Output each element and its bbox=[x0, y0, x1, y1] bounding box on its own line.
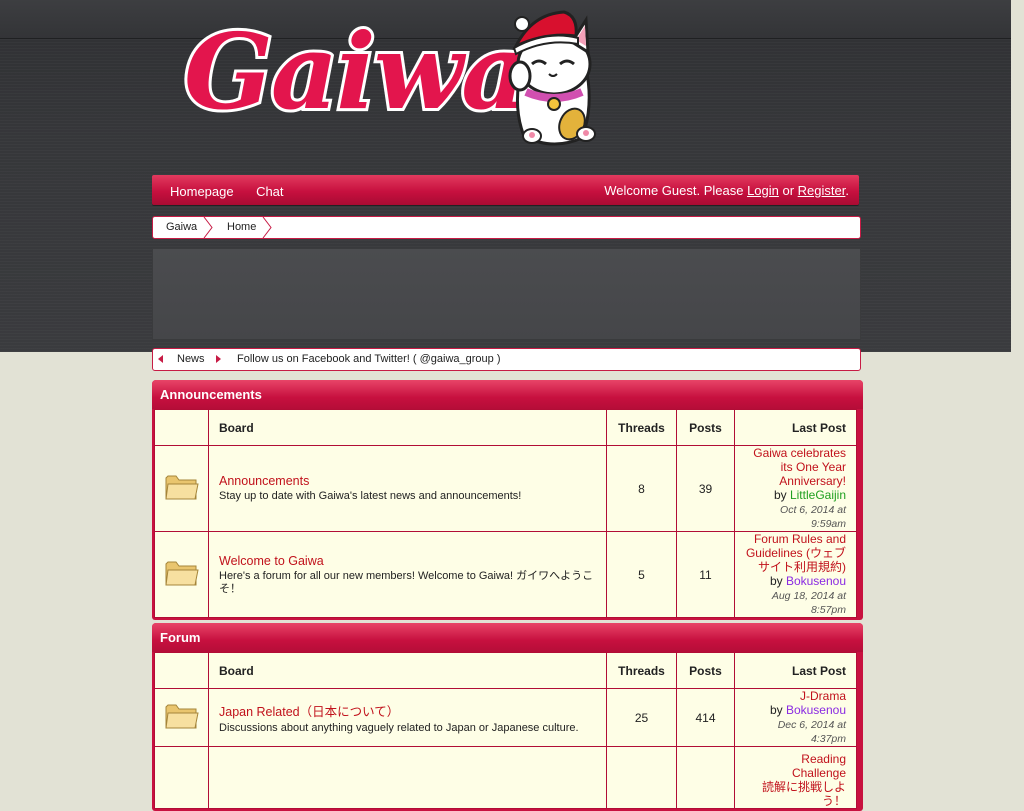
user-link[interactable]: Bokusenou bbox=[786, 574, 846, 588]
lucky-cat-mascot-icon bbox=[508, 10, 596, 146]
last-post-cell: J-Drama by Bokusenou Dec 6, 2014 at 4:37… bbox=[734, 688, 857, 747]
breadcrumb-label: Home bbox=[227, 221, 257, 233]
board-info-cell bbox=[208, 746, 607, 809]
board-column-header: Board bbox=[208, 409, 607, 446]
posts-column-header: Posts bbox=[676, 409, 735, 446]
table-header-row: Board Threads Posts Last Post bbox=[154, 652, 857, 689]
news-ticker: News Follow us on Facebook and Twitter! … bbox=[152, 348, 861, 371]
threads-count: 5 bbox=[606, 531, 677, 618]
site-logo[interactable]: Gaiwa bbox=[176, 6, 606, 156]
board-description: Stay up to date with Gaiwa's latest news… bbox=[219, 490, 522, 502]
breadcrumb-label: Gaiwa bbox=[166, 221, 198, 233]
by-label: by bbox=[773, 488, 790, 502]
board-name-link[interactable]: Welcome to Gaiwa bbox=[219, 554, 596, 568]
board-description: Here's a forum for all our new members! … bbox=[219, 569, 594, 595]
last-post-cell: Gaiwa celebrates its One Year Anniversar… bbox=[734, 445, 857, 532]
news-next-arrow-icon[interactable] bbox=[216, 355, 221, 363]
login-link[interactable]: Login bbox=[747, 183, 779, 198]
last-post-title-link[interactable]: Reading Challenge bbox=[745, 752, 846, 780]
nav-chat-link[interactable]: Chat bbox=[256, 184, 283, 199]
threads-count bbox=[606, 746, 677, 809]
welcome-suffix: . bbox=[845, 183, 849, 198]
user-link[interactable]: Bokusenou bbox=[786, 703, 846, 717]
posts-column-header: Posts bbox=[676, 652, 735, 689]
last-post-column-header: Last Post bbox=[734, 652, 857, 689]
or-text: or bbox=[778, 183, 798, 198]
posts-count: 11 bbox=[676, 531, 735, 618]
folder-icon bbox=[164, 704, 199, 729]
last-post-cell: Reading Challenge 読解に挑戦しよう！ bbox=[734, 746, 857, 809]
nav-links: Homepage Chat bbox=[170, 183, 302, 201]
threads-count: 8 bbox=[606, 445, 677, 532]
table-row: Japan Related（日本について） Discussions about … bbox=[154, 688, 857, 747]
icon-column-header bbox=[154, 409, 209, 446]
last-post-subtitle[interactable]: 読解に挑戦しよう！ bbox=[745, 780, 846, 808]
news-label: News bbox=[177, 353, 205, 365]
register-link[interactable]: Register bbox=[798, 183, 846, 198]
last-post-author: by Bokusenou bbox=[745, 703, 846, 718]
table-row: Announcements Stay up to date with Gaiwa… bbox=[154, 445, 857, 532]
breadcrumb: Gaiwa Home bbox=[152, 216, 861, 239]
board-icon-cell bbox=[154, 445, 209, 532]
last-post-cell: Forum Rules and Guidelines (ウェブサイト利用規約) … bbox=[734, 531, 857, 618]
last-post-author: by Bokusenou bbox=[745, 574, 846, 589]
ad-banner-area bbox=[152, 248, 861, 340]
board-icon-cell bbox=[154, 746, 209, 809]
breadcrumb-separator-icon bbox=[203, 217, 213, 238]
last-post-date: Aug 18, 2014 at 8:57pm bbox=[771, 590, 846, 616]
last-post-title-link[interactable]: Forum Rules and Guidelines (ウェブサイト利用規約) bbox=[745, 532, 846, 574]
table-row: Reading Challenge 読解に挑戦しよう！ bbox=[154, 746, 857, 809]
welcome-text: Welcome Guest. Please bbox=[604, 183, 748, 198]
board-table: Board Threads Posts Last Post Japan Rela… bbox=[154, 652, 857, 809]
board-table: Board Threads Posts Last Post Announceme… bbox=[154, 409, 857, 618]
table-row: Welcome to Gaiwa Here's a forum for all … bbox=[154, 531, 857, 618]
last-post-column-header: Last Post bbox=[734, 409, 857, 446]
last-post-date: Dec 6, 2014 at 4:37pm bbox=[777, 719, 846, 745]
posts-count bbox=[676, 746, 735, 809]
user-link[interactable]: LittleGaijin bbox=[790, 488, 846, 502]
last-post-title-link[interactable]: J-Drama bbox=[745, 689, 846, 703]
logo-text: Gaiwa bbox=[181, 10, 532, 133]
category-announcements: Announcements Board Threads Posts Last P… bbox=[152, 380, 863, 620]
nav-homepage-link[interactable]: Homepage bbox=[170, 184, 234, 199]
category-title[interactable]: Announcements bbox=[152, 380, 863, 409]
category-title[interactable]: Forum bbox=[152, 623, 863, 652]
welcome-message: Welcome Guest. Please Login or Register. bbox=[604, 183, 849, 198]
posts-count: 39 bbox=[676, 445, 735, 532]
threads-column-header: Threads bbox=[606, 409, 677, 446]
main-navbar: Homepage Chat Welcome Guest. Please Logi… bbox=[152, 175, 859, 205]
by-label: by bbox=[769, 574, 786, 588]
news-text[interactable]: Follow us on Facebook and Twitter! ( @ga… bbox=[237, 353, 500, 365]
board-info-cell: Japan Related（日本について） Discussions about … bbox=[208, 688, 607, 747]
breadcrumb-item-home[interactable]: Home bbox=[214, 217, 272, 238]
folder-icon bbox=[164, 475, 199, 500]
table-header-row: Board Threads Posts Last Post bbox=[154, 409, 857, 446]
board-name-link[interactable]: Announcements bbox=[219, 474, 596, 488]
board-info-cell: Welcome to Gaiwa Here's a forum for all … bbox=[208, 531, 607, 618]
threads-column-header: Threads bbox=[606, 652, 677, 689]
by-label: by bbox=[769, 703, 786, 717]
board-info-cell: Announcements Stay up to date with Gaiwa… bbox=[208, 445, 607, 532]
board-column-header: Board bbox=[208, 652, 607, 689]
category-forum: Forum Board Threads Posts Last Post Japa… bbox=[152, 623, 863, 811]
threads-count: 25 bbox=[606, 688, 677, 747]
board-icon-cell bbox=[154, 688, 209, 747]
posts-count: 414 bbox=[676, 688, 735, 747]
breadcrumb-item-gaiwa[interactable]: Gaiwa bbox=[153, 217, 213, 238]
board-name-link[interactable]: Japan Related（日本について） bbox=[219, 701, 596, 720]
news-prev-arrow-icon[interactable] bbox=[158, 355, 163, 363]
last-post-title-link[interactable]: Gaiwa celebrates its One Year Anniversar… bbox=[745, 446, 846, 488]
last-post-author: by LittleGaijin bbox=[745, 488, 846, 503]
folder-icon bbox=[164, 561, 199, 586]
icon-column-header bbox=[154, 652, 209, 689]
board-icon-cell bbox=[154, 531, 209, 618]
last-post-date: Oct 6, 2014 at 9:59am bbox=[780, 504, 846, 530]
breadcrumb-separator-icon bbox=[262, 217, 272, 238]
board-description: Discussions about anything vaguely relat… bbox=[219, 721, 579, 734]
